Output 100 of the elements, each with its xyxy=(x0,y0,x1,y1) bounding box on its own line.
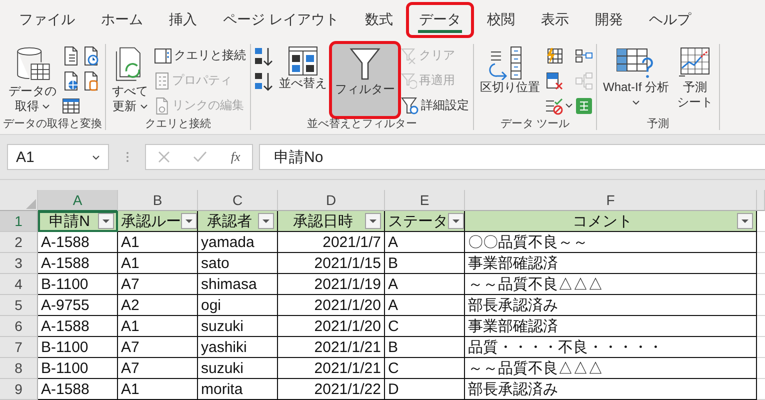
ribbon-button[interactable]: クエリと接続 xyxy=(153,45,247,66)
table-cell: A xyxy=(385,232,465,253)
table-cell: 事業部確認済 xyxy=(465,253,757,274)
ribbon-button[interactable]: 詳細設定 xyxy=(400,95,470,116)
ribbon-tab[interactable]: ページ レイアウト xyxy=(210,2,352,38)
reapply-filter-icon xyxy=(401,72,417,88)
table-cell: A-9755 xyxy=(38,295,118,316)
row-header[interactable]: 5 xyxy=(0,295,38,316)
row-header[interactable]: 4 xyxy=(0,274,38,295)
ribbon-tab[interactable]: 挿入 xyxy=(156,2,210,38)
row-header[interactable]: 6 xyxy=(0,316,38,337)
ribbon-tab[interactable]: ファイル xyxy=(6,2,88,38)
ribbon-tab[interactable]: ヘルプ xyxy=(636,2,704,38)
table-cell: A xyxy=(385,295,465,316)
sort-icon xyxy=(288,46,318,76)
caret-icon xyxy=(92,154,100,160)
table-cell: B xyxy=(385,253,465,274)
ribbon-large-button[interactable]: What-If 分析 xyxy=(600,44,672,116)
table-cell: suzuki xyxy=(198,316,278,337)
table-cell: ～～品質不良△△△ xyxy=(465,358,757,379)
ribbon-tab[interactable]: データ xyxy=(406,2,474,38)
document-cylinder-icon[interactable] xyxy=(82,70,100,90)
group-label: 予測 xyxy=(646,117,670,131)
ribbon-tab[interactable]: 校閲 xyxy=(474,2,528,38)
table-cell: 2021/1/22 xyxy=(278,379,385,400)
document-list-icon[interactable] xyxy=(62,46,80,66)
table-cell: 2021/1/15 xyxy=(278,253,385,274)
row-header[interactable]: 1 xyxy=(0,211,38,232)
data-model-icon[interactable] xyxy=(575,96,593,114)
filter-icon xyxy=(349,46,381,82)
filter-dropdown-button[interactable] xyxy=(98,213,114,229)
table-cell: A2 xyxy=(118,295,198,316)
group-label: データの取得と変換 xyxy=(3,116,102,131)
ribbon-large-button[interactable]: すべて 更新 xyxy=(109,44,151,116)
column-header[interactable]: C xyxy=(198,190,278,211)
header-cell: 申請N xyxy=(38,211,118,232)
table-cell: A-1588 xyxy=(38,379,118,400)
group-label: クエリと接続 xyxy=(144,116,212,131)
ribbon-tab[interactable]: 開発 xyxy=(582,2,636,38)
table-cell: sato xyxy=(198,253,278,274)
column-header[interactable]: A xyxy=(38,190,118,212)
link-document-icon xyxy=(154,96,170,114)
header-cell: 承認者 xyxy=(198,211,278,232)
table-cell: B-1100 xyxy=(38,358,118,379)
check-icon[interactable] xyxy=(193,151,208,163)
filter-dropdown-button[interactable] xyxy=(258,213,274,229)
table-cell: A1 xyxy=(118,232,198,253)
grip-icon xyxy=(126,151,128,163)
table-cell: suzuki xyxy=(198,358,278,379)
row-header[interactable]: 8 xyxy=(0,358,38,379)
table-cell: A-1588 xyxy=(38,316,118,337)
ribbon-large-button[interactable]: 区切り位置 xyxy=(477,44,543,116)
ribbon-tab[interactable]: ホーム xyxy=(88,2,156,38)
ribbon-large-button[interactable]: 並べ替え xyxy=(276,44,330,116)
ribbon-large-button[interactable]: データの 取得 xyxy=(6,44,60,116)
remove-duplicates-icon[interactable] xyxy=(545,72,563,90)
flash-fill-icon[interactable] xyxy=(545,46,563,64)
table-cell: B-1100 xyxy=(38,274,118,295)
filter-dropdown-button[interactable] xyxy=(448,213,464,229)
filter-dropdown-button[interactable] xyxy=(181,213,197,229)
header-cell: ステータ xyxy=(385,211,465,232)
ribbon-large-button[interactable]: フィルター xyxy=(332,44,398,116)
properties-icon xyxy=(154,72,170,90)
column-header[interactable]: F xyxy=(465,190,757,211)
table-cell: A1 xyxy=(118,379,198,400)
document-globe-icon[interactable] xyxy=(62,70,80,90)
ribbon-tab[interactable]: 数式 xyxy=(352,2,406,38)
table-cell: A1 xyxy=(118,253,198,274)
row-header[interactable]: 7 xyxy=(0,337,38,358)
column-header[interactable]: B xyxy=(118,190,198,211)
column-header[interactable]: D xyxy=(278,190,385,211)
table-cell: B xyxy=(385,337,465,358)
row-header[interactable]: 2 xyxy=(0,232,38,253)
table-cell: 2021/1/19 xyxy=(278,274,385,295)
table-cell: A7 xyxy=(118,337,198,358)
table-cell: 2021/1/21 xyxy=(278,337,385,358)
table-cell: 部長承認済み xyxy=(465,295,757,316)
row-header[interactable]: 3 xyxy=(0,253,38,274)
filter-dropdown-button[interactable] xyxy=(737,213,753,229)
table-cell: 2021/1/20 xyxy=(278,316,385,337)
table-cell: A-1588 xyxy=(38,253,118,274)
header-cell: 承認ルー xyxy=(118,211,198,232)
table-cell: A7 xyxy=(118,274,198,295)
formula-input[interactable]: 申請No xyxy=(259,144,765,170)
table-cell: yamada xyxy=(198,232,278,253)
table-cell: 2021/1/7 xyxy=(278,232,385,253)
consolidate-icon[interactable] xyxy=(575,48,593,62)
ribbon-tab[interactable]: 表示 xyxy=(528,2,582,38)
insert-function-button[interactable]: fx xyxy=(230,149,240,165)
ribbon-large-button[interactable]: 予測 シート xyxy=(674,44,716,116)
filter-dropdown-button[interactable] xyxy=(365,213,381,229)
advanced-filter-icon xyxy=(401,96,419,114)
data-validation-icon[interactable] xyxy=(545,96,563,114)
column-header[interactable]: E xyxy=(385,190,465,211)
table-cell: 2021/1/20 xyxy=(278,295,385,316)
row-header[interactable]: 9 xyxy=(0,379,38,400)
document-clock-icon[interactable] xyxy=(82,46,100,66)
table-cell: A7 xyxy=(118,358,198,379)
name-box[interactable]: A1 xyxy=(7,144,109,170)
table-icon[interactable] xyxy=(62,96,80,114)
